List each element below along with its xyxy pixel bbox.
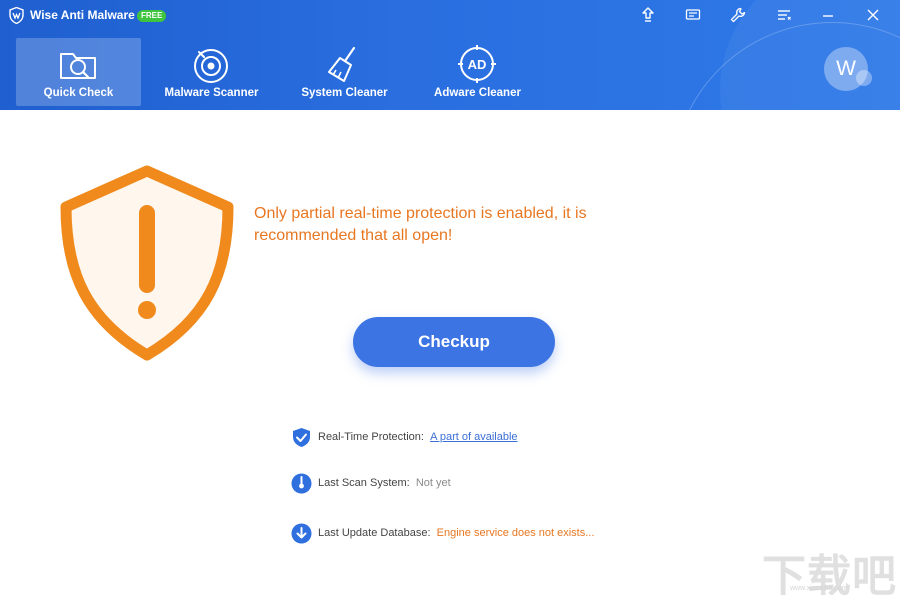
status-label: Last Scan System: [318, 477, 410, 489]
tab-malware-scanner[interactable]: Malware Scanner [149, 38, 274, 106]
protection-warning-message: Only partial real-time protection is ena… [254, 203, 634, 247]
tab-label: Adware Cleaner [434, 87, 521, 99]
minimize-icon[interactable] [819, 6, 837, 24]
app-logo-icon [9, 7, 24, 24]
watermark-url: www.xiazaiba.com [790, 585, 848, 592]
header-bar: Wise Anti Malware FREE Quick Check Malwa… [0, 0, 900, 110]
feedback-icon[interactable] [684, 6, 702, 24]
last-scan-value: Not yet [415, 477, 451, 489]
title-bar: Wise Anti Malware FREE [0, 0, 900, 30]
ad-block-icon: AD [458, 45, 496, 83]
tab-label: System Cleaner [301, 87, 388, 99]
broom-icon [328, 46, 356, 82]
settings-wrench-icon[interactable] [729, 6, 747, 24]
upload-icon[interactable] [639, 6, 657, 24]
speed-gauge-icon [291, 473, 312, 494]
folder-search-icon [60, 53, 96, 79]
free-badge: FREE [137, 10, 167, 22]
ad-icon-text: AD [468, 57, 487, 72]
shield-check-icon [293, 428, 310, 447]
close-icon[interactable] [864, 6, 882, 24]
tab-system-cleaner[interactable]: System Cleaner [282, 38, 407, 106]
radar-icon [194, 49, 228, 83]
download-arrow-icon [291, 523, 312, 544]
avatar-status-dot [856, 70, 872, 86]
tab-label: Malware Scanner [164, 87, 259, 99]
tab-quick-check[interactable]: Quick Check [16, 38, 141, 106]
status-label: Last Update Database: [318, 527, 431, 539]
tab-label: Quick Check [43, 87, 114, 99]
menu-icon[interactable] [775, 6, 793, 24]
warning-shield-icon [60, 165, 234, 361]
last-update-value: Engine service does not exists... [436, 527, 595, 539]
status-label: Real-Time Protection: [318, 431, 424, 443]
warning-line-2: recommended that all open! [254, 227, 453, 244]
app-title: Wise Anti Malware [30, 8, 135, 22]
checkup-button[interactable]: Checkup [353, 317, 555, 367]
realtime-protection-link[interactable]: A part of available [430, 431, 517, 443]
warning-line-1: Only partial real-time protection is ena… [254, 205, 587, 222]
tab-adware-cleaner[interactable]: AD Adware Cleaner [415, 38, 540, 106]
